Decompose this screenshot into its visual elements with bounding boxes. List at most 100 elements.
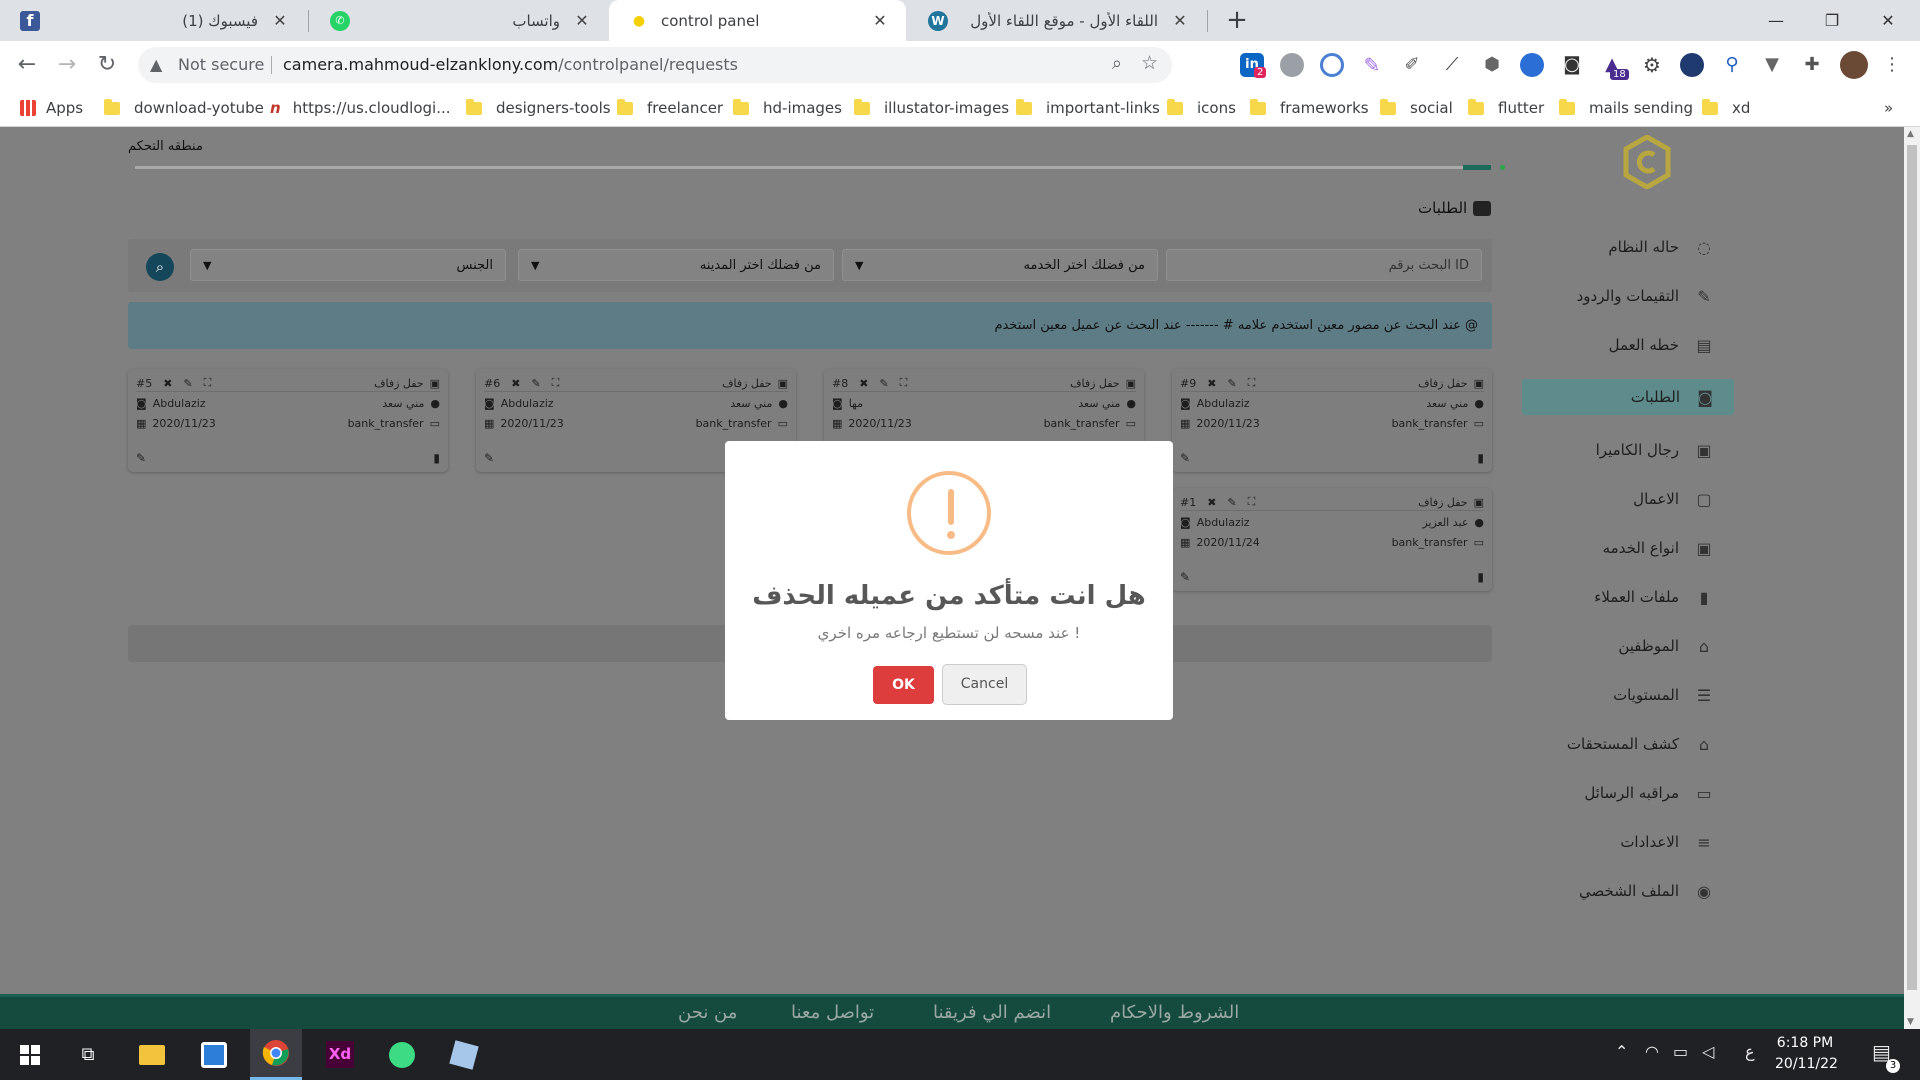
profile-avatar[interactable] (1840, 51, 1868, 79)
battery-icon[interactable]: ▭ (1673, 1042, 1688, 1061)
puzzle-extensions-icon[interactable]: ✚ (1800, 53, 1824, 77)
sidebar-item-levels[interactable]: المستويات ☰ (1520, 677, 1733, 713)
screenshot-extension-icon[interactable]: ◙ (1560, 53, 1584, 77)
blue-circle-extension-icon[interactable] (1520, 53, 1544, 77)
forward-button[interactable]: → (52, 51, 82, 81)
v-extension-icon[interactable]: ▼ (1760, 53, 1784, 77)
gear-extension-icon[interactable]: ⚙ (1640, 53, 1664, 77)
bookmark-folder[interactable]: hd-images (733, 97, 842, 119)
sidebar-item-reviews[interactable]: التقيمات والردود ✎ (1520, 278, 1733, 314)
tab-facebook[interactable]: f (1) فيسبوك ✕ (0, 0, 306, 41)
city-select[interactable]: ▼ من فضلك اختر المدينه (518, 249, 834, 281)
close-window-button[interactable]: ✕ (1860, 0, 1916, 41)
search-button[interactable]: ⌕ (146, 253, 174, 281)
delete-icon[interactable]: ✖ (859, 377, 868, 390)
bookmark-folder[interactable]: designers-tools (466, 97, 611, 119)
bookmark-folder[interactable]: frameworks (1250, 97, 1369, 119)
sidebar-item-settings[interactable]: الاعدادات ≡ (1520, 824, 1733, 860)
delete-icon[interactable]: ✖ (1207, 496, 1216, 509)
tool-extension-icon[interactable]: ⚲ (1720, 53, 1744, 77)
bookmark-folder[interactable]: download-yotube (104, 97, 264, 119)
expand-icon[interactable]: ⛶ (552, 376, 560, 390)
sidebar-item-cameramen[interactable]: رجال الكاميرا ▣ (1520, 432, 1733, 468)
pen-extension-icon[interactable]: ✎ (1360, 53, 1384, 77)
expand-icon[interactable]: ⛶ (900, 376, 908, 390)
edit-icon[interactable]: ✎ (879, 377, 888, 390)
show-hidden-icons[interactable]: ⌃ (1615, 1042, 1628, 1061)
android-studio-icon[interactable] (376, 1029, 428, 1080)
delete-icon[interactable]: ✖ (1207, 377, 1216, 390)
camera-extension-icon[interactable] (1280, 53, 1304, 77)
url-text[interactable]: camera.mahmoud-elzanklony.com/controlpan… (283, 55, 738, 74)
bookmark-folder[interactable]: icons (1167, 97, 1236, 119)
trash-icon[interactable]: ▮ (1477, 451, 1484, 465)
footer-link-about[interactable]: من نحن (678, 1002, 737, 1023)
adobe-xd-icon[interactable]: Xd (314, 1029, 366, 1080)
bookmark-star-icon[interactable]: ☆ (1141, 52, 1158, 74)
expand-icon[interactable]: ⛶ (1248, 495, 1256, 509)
edit-icon[interactable]: ✎ (1180, 451, 1190, 465)
page-scrollbar[interactable]: ▲ ▼ (1904, 127, 1920, 1029)
sidebar-item-service-types[interactable]: انواع الخدمه ▣ (1520, 530, 1733, 566)
sidebar-item-work-plan[interactable]: خطه العمل ▤ (1520, 327, 1733, 363)
trash-icon[interactable]: ▮ (1477, 570, 1484, 584)
restore-button[interactable]: ❐ (1804, 0, 1860, 41)
kebab-menu-icon[interactable]: ⋮ (1880, 53, 1904, 77)
edit-icon[interactable]: ✎ (1227, 377, 1236, 390)
cube-extension-icon[interactable]: ⬢ (1480, 53, 1504, 77)
picker-extension-icon[interactable]: ⟋ (1440, 53, 1464, 77)
swirl-extension-icon[interactable] (1320, 53, 1344, 77)
eyedropper-extension-icon[interactable]: ✐ (1400, 53, 1424, 77)
sidebar-item-requests[interactable]: الطلبات ◙ (1522, 379, 1734, 415)
back-button[interactable]: ← (12, 51, 42, 81)
edit-icon[interactable]: ✎ (136, 451, 146, 465)
bookmark-apps[interactable]: Apps (20, 97, 83, 119)
bookmark-folder[interactable]: xd (1702, 97, 1750, 119)
sidebar-item-system-status[interactable]: حاله النظام ◌ (1520, 229, 1733, 265)
gender-select[interactable]: ▼ الجنس (190, 249, 506, 281)
sidebar-item-profile[interactable]: الملف الشخصي ◉ (1520, 873, 1733, 909)
tab-whatsapp[interactable]: ✆ واتساب ✕ (310, 0, 608, 41)
cancel-button[interactable]: Cancel (942, 664, 1027, 705)
tab-control-panel[interactable]: ● control panel ✕ (609, 0, 906, 41)
expand-icon[interactable]: ⛶ (1248, 376, 1256, 390)
edit-icon[interactable]: ✎ (1180, 570, 1190, 584)
virtualbox-icon[interactable] (438, 1029, 490, 1080)
close-tab-icon[interactable]: ✕ (1170, 11, 1190, 30)
old-extension-icon[interactable] (1680, 53, 1704, 77)
task-view-icon[interactable]: ⧉ (62, 1029, 114, 1080)
footer-link-terms[interactable]: الشروط والاحكام (1110, 1002, 1239, 1023)
address-bar[interactable]: ▲ Not secure camera.mahmoud-elzanklony.c… (138, 47, 1172, 83)
delete-icon[interactable]: ✖ (163, 377, 172, 390)
edit-icon[interactable]: ✎ (183, 377, 192, 390)
bookmark-link[interactable]: n https://us.cloudlogi... (270, 97, 451, 119)
bookmark-folder[interactable]: illustator-images (854, 97, 1009, 119)
bookmark-folder[interactable]: mails sending (1559, 97, 1693, 119)
close-tab-icon[interactable]: ✕ (870, 11, 890, 30)
expand-icon[interactable]: ⛶ (204, 376, 212, 390)
ok-button[interactable]: OK (873, 666, 934, 704)
close-tab-icon[interactable]: ✕ (270, 11, 290, 30)
footer-link-contact[interactable]: تواصل معنا (791, 1002, 874, 1023)
zoom-icon[interactable]: ⌕ (1112, 53, 1122, 74)
volume-icon[interactable]: ◁ (1702, 1042, 1714, 1061)
close-tab-icon[interactable]: ✕ (572, 11, 592, 30)
more-bookmarks[interactable]: » (1884, 97, 1893, 119)
id-search-input[interactable]: البحث برقم ID (1166, 249, 1482, 281)
edit-icon[interactable]: ✎ (484, 451, 494, 465)
chrome-taskbar-icon[interactable] (250, 1029, 302, 1080)
minimize-button[interactable]: — (1748, 0, 1804, 41)
bookmark-folder[interactable]: freelancer (617, 97, 723, 119)
footer-link-join-team[interactable]: انضم الي فريقنا (933, 1002, 1051, 1023)
windows-start-button[interactable] (4, 1029, 56, 1080)
edit-icon[interactable]: ✎ (1227, 496, 1236, 509)
file-explorer-icon[interactable] (126, 1029, 178, 1080)
tab-wordpress[interactable]: W اللقاء الأول - موقع اللقاء الأول ✕ (908, 0, 1206, 41)
sidebar-item-dues[interactable]: كشف المستحقات ⌂ (1520, 726, 1733, 762)
sidebar-item-employees[interactable]: الموظفين ⌂ (1520, 628, 1733, 664)
language-indicator[interactable]: ع (1745, 1042, 1755, 1061)
app-icon[interactable] (188, 1029, 240, 1080)
clock[interactable]: 6:18 PM 20/11/22 (1775, 1033, 1838, 1075)
bookmark-folder[interactable]: flutter (1468, 97, 1544, 119)
wifi-icon[interactable]: ◠ (1645, 1042, 1659, 1061)
